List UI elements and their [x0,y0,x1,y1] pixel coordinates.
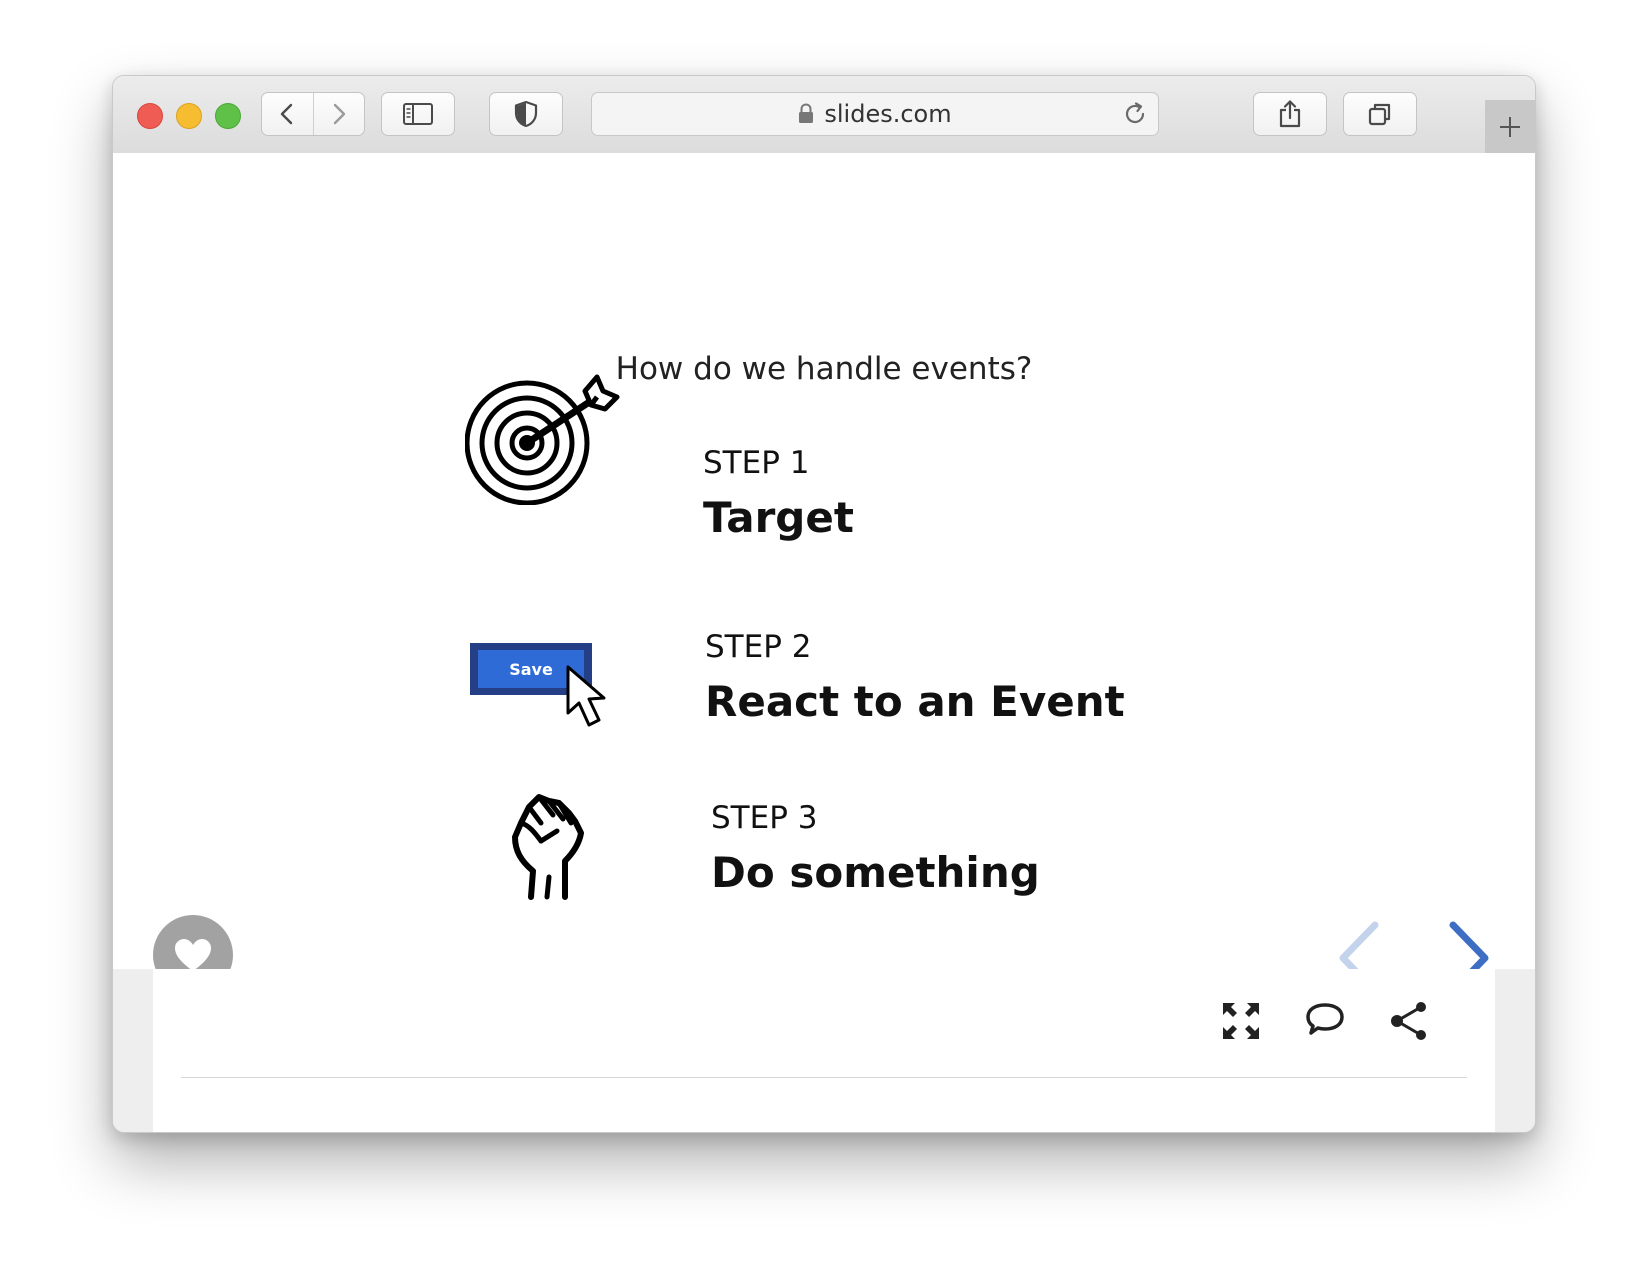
step-3-name: Do something [711,848,1040,897]
target-icon [465,374,620,505]
step-2-label: STEP 2 [705,629,812,665]
shield-icon [514,100,538,128]
tabs-icon [1368,103,1391,126]
forward-icon[interactable] [326,102,350,126]
save-button-cursor-icon: Save [470,643,630,733]
browser-toolbar: slides.com [113,76,1535,154]
back-forward-group [261,92,365,136]
slide-canvas: How do we handle events? STEP 1 Target S… [113,153,1535,1046]
step-2-name: React to an Event [705,677,1125,726]
footer-divider [181,1077,1467,1078]
url-display: slides.com [592,93,1158,135]
step-1-label: STEP 1 [703,445,810,481]
raised-fist-icon [512,794,584,900]
minimize-window-button[interactable] [176,103,202,129]
tabs-overview-button[interactable] [1343,92,1417,136]
step-3-label: STEP 3 [711,800,818,836]
share-button[interactable] [1253,92,1327,136]
step-1-name: Target [703,493,854,542]
segment-divider [313,93,314,135]
browser-window: slides.com How do we handle events? STEP… [112,75,1536,1133]
plus-icon [1500,116,1520,137]
new-tab-button[interactable] [1485,100,1535,153]
sidebar-button[interactable] [381,92,455,136]
cursor-icon [566,665,606,727]
heart-icon [175,939,211,971]
privacy-shield-button[interactable] [489,92,563,136]
slide-title: How do we handle events? [615,351,1033,387]
comment-icon[interactable] [1303,999,1347,1043]
player-footer [113,969,1535,1132]
share-icon [1279,100,1301,128]
url-text: slides.com [824,100,952,128]
footer-panel [153,969,1495,1132]
fullscreen-icon[interactable] [1219,999,1263,1043]
lock-icon [799,103,814,123]
back-icon[interactable] [276,102,300,126]
reload-icon[interactable] [1122,101,1148,127]
share-network-icon[interactable] [1387,999,1431,1043]
zoom-window-button[interactable] [215,103,241,129]
sidebar-icon [403,103,433,125]
address-bar[interactable]: slides.com [591,92,1159,136]
close-window-button[interactable] [137,103,163,129]
